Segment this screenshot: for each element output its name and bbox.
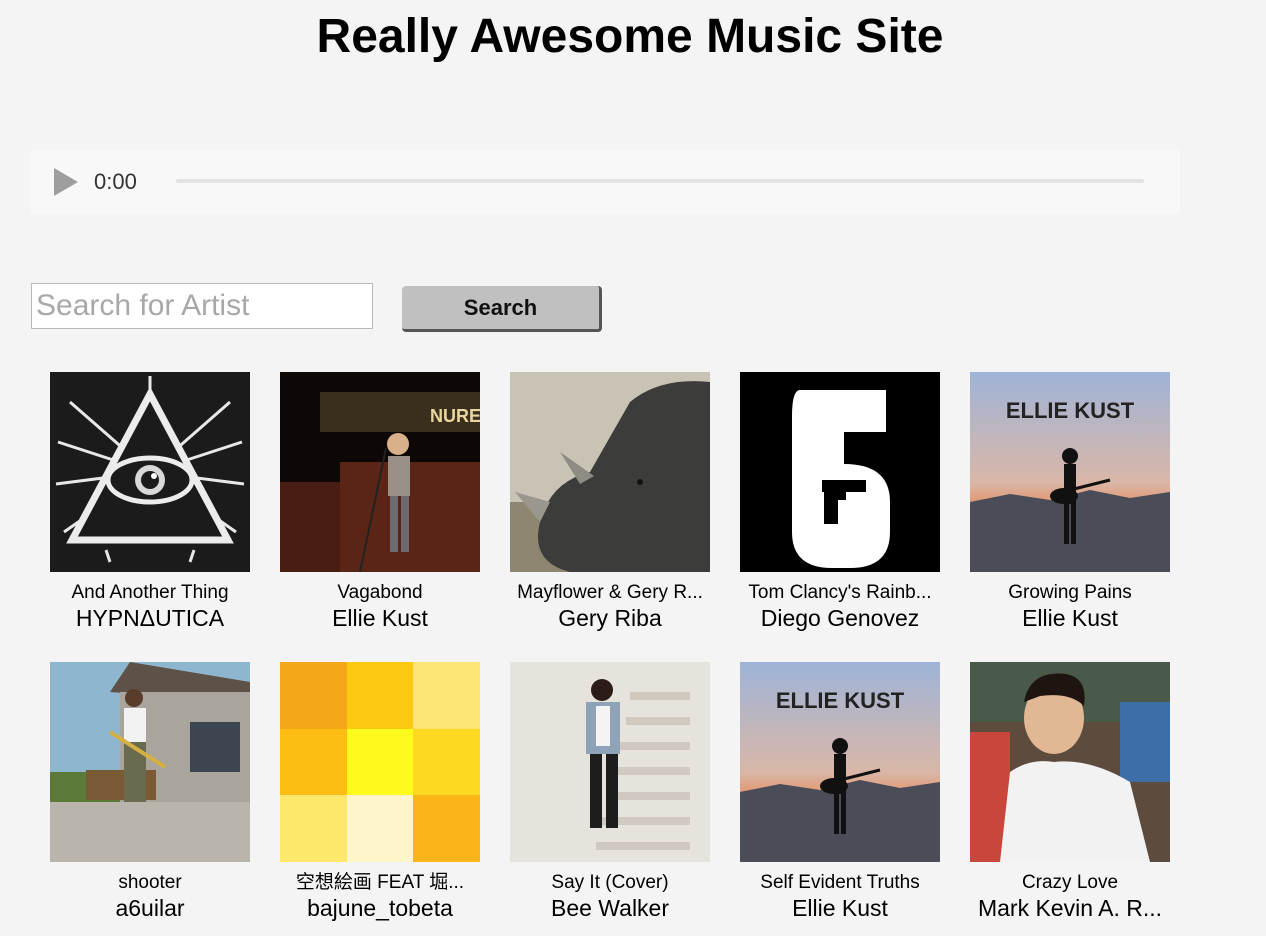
cover-art (740, 372, 940, 572)
result-card[interactable]: 空想絵画 FEAT 堀... bajune_tobeta (265, 662, 495, 921)
track-artist: HYPNΔUTICA (75, 605, 225, 631)
page: Really Awesome Music Site 0:00 Search fo… (0, 0, 1266, 936)
man-on-stairs-photo (510, 662, 710, 862)
track-title: Crazy Love (1021, 872, 1119, 893)
cover-art (510, 662, 710, 862)
track-artist: Ellie Kust (792, 895, 888, 921)
result-card[interactable]: shooter a6uilar (35, 662, 265, 921)
result-card[interactable]: Tom Clancy's Rainb... Diego Genovez (725, 372, 955, 631)
track-title: Tom Clancy's Rainb... (748, 582, 932, 603)
track-artist: Gery Riba (558, 605, 662, 631)
cover-art (50, 662, 250, 862)
play-button[interactable] (52, 167, 82, 197)
svg-text:NURE: NURE (430, 406, 480, 426)
illuminati-eye-artwork (50, 372, 250, 572)
play-icon (54, 168, 78, 196)
progress-bar[interactable] (176, 179, 1144, 183)
search-input[interactable] (31, 283, 373, 329)
cover-text: ELLIE KUST (776, 688, 905, 713)
cover-art: ELLIE KUST (970, 372, 1170, 572)
track-artist: Bee Walker (550, 895, 670, 921)
track-title: Say It (Cover) (551, 872, 669, 893)
result-card[interactable]: ELLIE KUST Self Evident Truths Ellie Kus… (725, 662, 955, 921)
result-card[interactable]: NURE Vagabond Ellie Kust (265, 372, 495, 631)
cover-text: ELLIE KUST (1006, 398, 1135, 423)
page-title: Really Awesome Music Site (316, 10, 944, 63)
result-card[interactable]: And Another Thing HYPNΔUTICA (35, 372, 265, 631)
track-title: shooter (118, 872, 182, 893)
cover-art: NURE (280, 372, 480, 572)
track-artist: Ellie Kust (1022, 605, 1118, 631)
track-title: And Another Thing (71, 582, 229, 603)
ellie-kust-album-art: ELLIE KUST (970, 372, 1170, 572)
rhino-photo (510, 372, 710, 572)
result-card[interactable]: Mayflower & Gery R... Gery Riba (495, 372, 725, 631)
cover-art (970, 662, 1170, 862)
track-title: Growing Pains (1008, 582, 1132, 603)
track-title: Self Evident Truths (760, 872, 920, 893)
result-card[interactable]: ELLIE KUST Growing Pains Ellie Kust (955, 372, 1185, 631)
cover-art (50, 372, 250, 572)
track-artist: Mark Kevin A. R... (977, 895, 1163, 921)
cover-art: ELLIE KUST (740, 662, 940, 862)
armed-man-in-driveway-photo (50, 662, 250, 862)
result-card[interactable]: Crazy Love Mark Kevin A. R... (955, 662, 1185, 921)
search-button[interactable]: Search (402, 286, 602, 332)
cover-art (280, 662, 480, 862)
man-in-white-shirt-photo (970, 662, 1170, 862)
yellow-mosaic-artwork (280, 662, 480, 862)
track-artist: Ellie Kust (332, 605, 428, 631)
track-title: Vagabond (337, 582, 423, 603)
track-artist: bajune_tobeta (307, 895, 453, 921)
current-time: 0:00 (94, 169, 137, 194)
ellie-kust-album-art: ELLIE KUST (740, 662, 940, 862)
cover-art (510, 372, 710, 572)
singer-on-stage-photo: NURE (280, 372, 480, 572)
six-with-gun-logo (740, 372, 940, 572)
track-title: Mayflower & Gery R... (517, 582, 703, 603)
track-artist: a6uilar (115, 895, 185, 921)
result-card[interactable]: Say It (Cover) Bee Walker (495, 662, 725, 921)
track-title: 空想絵画 FEAT 堀... (295, 872, 465, 893)
track-artist: Diego Genovez (760, 605, 920, 631)
